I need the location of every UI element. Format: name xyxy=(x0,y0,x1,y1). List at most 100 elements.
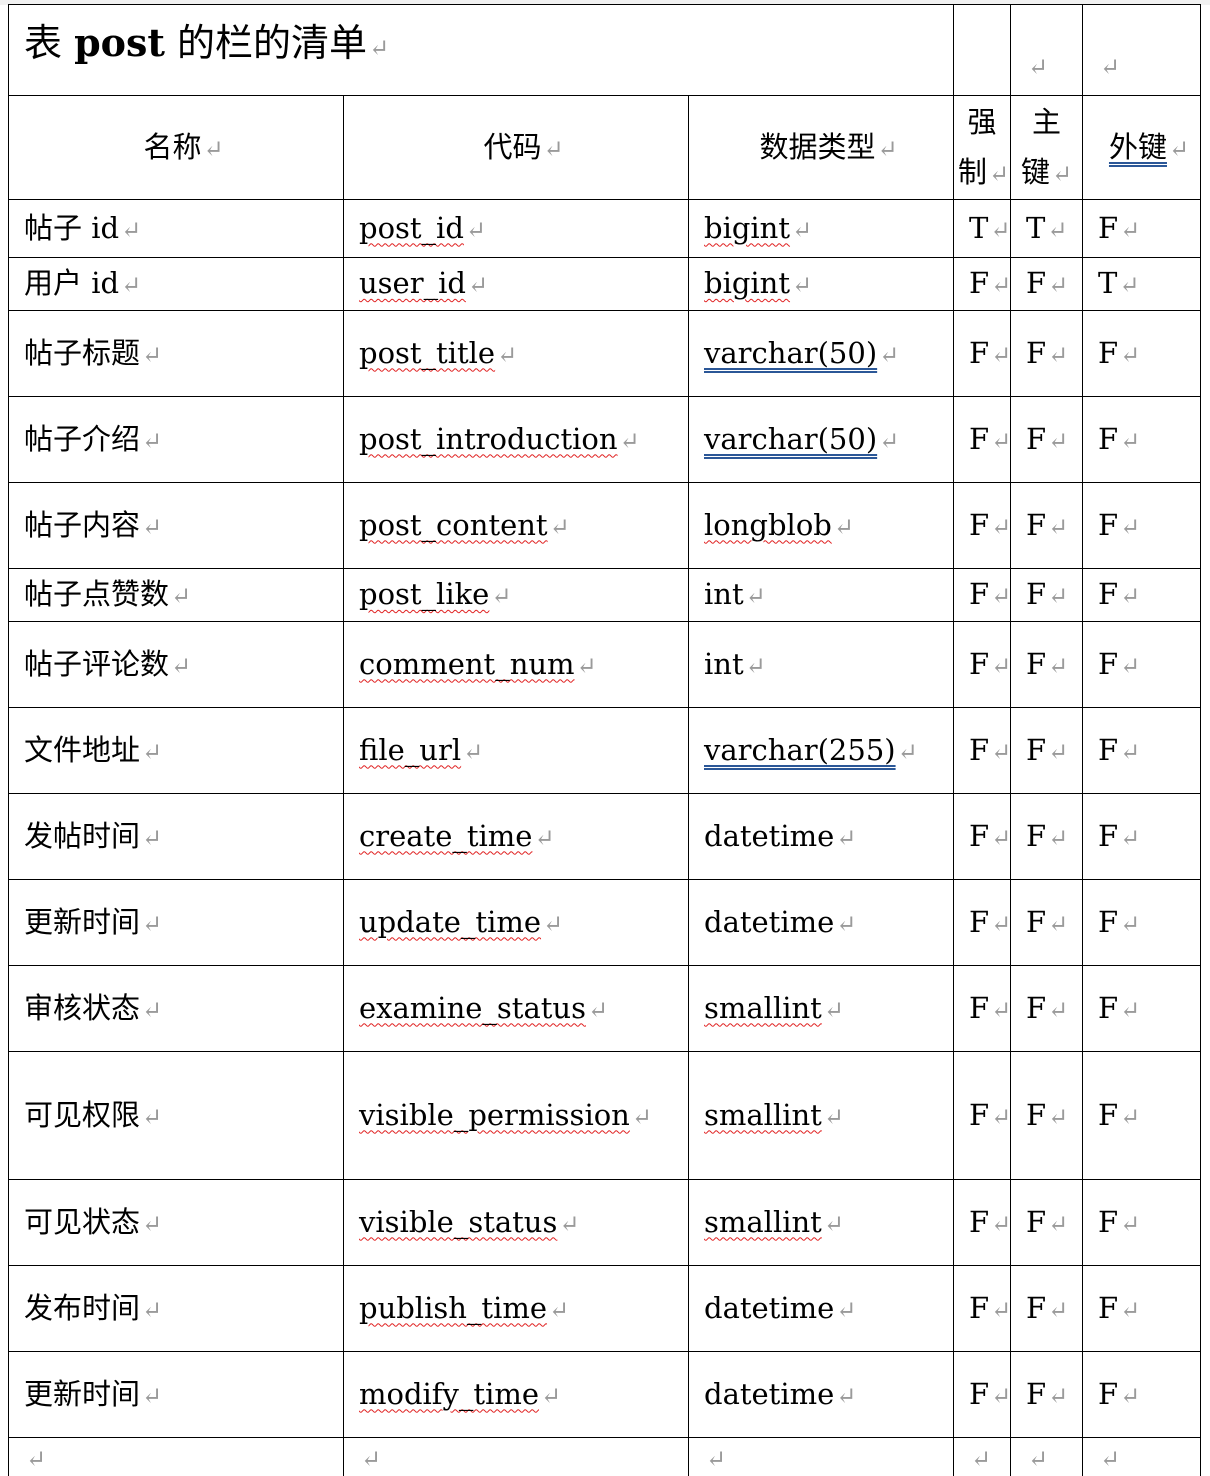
paragraph-mark: ↵ xyxy=(1048,1381,1069,1410)
paragraph-mark: ↵ xyxy=(836,1381,857,1410)
cell-foreign-key: F↵ xyxy=(1082,879,1202,966)
cell-mandatory-text: F xyxy=(969,1290,990,1325)
cell-mandatory: F↵ xyxy=(953,257,1012,311)
paragraph-mark: ↵ xyxy=(619,426,640,455)
header-foreign-key: 外键↵ xyxy=(1082,95,1202,200)
cell-code: publish_time↵ xyxy=(343,1265,689,1352)
cell-name: 帖子内容↵ xyxy=(8,482,344,569)
cell-type-text: smallint xyxy=(704,1204,822,1239)
paragraph-mark: ↵ xyxy=(534,823,555,852)
cell-mandatory-text: F xyxy=(969,732,990,767)
paragraph-mark: ↵ xyxy=(1048,909,1069,938)
cell-type: smallint↵ xyxy=(687,1179,955,1266)
paragraph-mark: ↵ xyxy=(1120,651,1141,680)
cell-primary-key: F↵ xyxy=(1010,482,1084,569)
paragraph-mark: ↵ xyxy=(1120,823,1141,852)
cell-foreign-key-text: F xyxy=(1098,1376,1119,1411)
paragraph-mark: ↵ xyxy=(991,1102,1011,1131)
cell-foreign-key-text: F xyxy=(1098,1204,1119,1239)
paragraph-mark: ↵ xyxy=(823,995,844,1024)
cell-name: 帖子 id↵ xyxy=(8,199,344,258)
cell-primary-key: F↵ xyxy=(1010,396,1084,483)
cell-foreign-key: F↵ xyxy=(1082,1265,1202,1352)
paragraph-mark: ↵ xyxy=(171,582,192,610)
paragraph-mark: ↵ xyxy=(792,215,813,244)
cell-name-text: 帖子评论数 xyxy=(24,646,170,681)
cell-code: examine_status↵ xyxy=(343,965,689,1052)
document-page: 表 post 的栏的清单↵ ↵ ↵ 名称↵ 代码↵ 数据类型↵ 强制↵ 主键↵ … xyxy=(0,0,1210,1476)
empty-cell: ↵ xyxy=(1010,1437,1084,1476)
cell-code: modify_time↵ xyxy=(343,1351,689,1438)
paragraph-mark: ↵ xyxy=(26,1444,47,1473)
header-row: 名称↵ 代码↵ 数据类型↵ 强制↵ 主键↵ 外键↵ xyxy=(8,95,1202,200)
paragraph-mark: ↵ xyxy=(1048,1102,1069,1131)
empty-cell: ↵ xyxy=(953,1437,1012,1476)
cell-primary-key-text: F xyxy=(1026,421,1047,456)
cell-primary-key-text: F xyxy=(1026,335,1047,370)
cell-name: 帖子评论数↵ xyxy=(8,621,344,708)
paragraph-mark: ↵ xyxy=(1120,995,1141,1024)
cell-primary-key: F↵ xyxy=(1010,568,1084,622)
paragraph-mark: ↵ xyxy=(1119,271,1140,299)
paragraph-mark: ↵ xyxy=(467,271,489,299)
header-primary-key: 主键↵ xyxy=(1010,95,1084,200)
cell-name: 更新时间↵ xyxy=(8,879,344,966)
cell-code-text: post_like xyxy=(359,577,490,611)
paragraph-mark: ↵ xyxy=(576,651,597,680)
empty-cell: ↵ xyxy=(687,1437,955,1476)
header-type: 数据类型↵ xyxy=(687,95,955,200)
cell-code-text: visible_status xyxy=(359,1204,558,1239)
cell-code-text: post_introduction xyxy=(359,421,618,456)
cell-mandatory-text: F xyxy=(969,507,990,542)
table-row: 更新时间↵ modify_time↵ datetime↵ F↵ F↵ F↵ xyxy=(8,1351,1202,1438)
cell-code-text: post_title xyxy=(359,335,496,370)
table-row: 帖子标题↵ post_title↵ varchar(50)↵ F↵ F↵ F↵ xyxy=(8,310,1202,397)
table-row: 发布时间↵ publish_time↵ datetime↵ F↵ F↵ F↵ xyxy=(8,1265,1202,1352)
cell-type: smallint↵ xyxy=(687,1051,955,1180)
cell-primary-key-text: F xyxy=(1026,646,1047,681)
cell-type: varchar(50)↵ xyxy=(687,396,955,483)
paragraph-mark: ↵ xyxy=(1048,512,1069,541)
cell-code: visible_status↵ xyxy=(343,1179,689,1266)
table-row: 更新时间↵ update_time↵ datetime↵ F↵ F↵ F↵ xyxy=(8,879,1202,966)
cell-code-text: create_time xyxy=(359,818,533,853)
cell-type: smallint↵ xyxy=(687,965,955,1052)
paragraph-mark: ↵ xyxy=(1048,1209,1069,1238)
cell-name-text: 审核状态 xyxy=(24,990,141,1025)
cell-foreign-key-text: F xyxy=(1098,990,1119,1025)
title-row-cell-foreign: ↵ xyxy=(1082,4,1202,96)
cell-mandatory-text: F xyxy=(969,818,990,853)
cell-type-text: varchar(255) xyxy=(704,732,896,767)
cell-primary-key: F↵ xyxy=(1010,1265,1084,1352)
cell-code-text: update_time xyxy=(359,904,542,939)
cell-primary-key-text: F xyxy=(1026,266,1047,300)
cell-mandatory: F↵ xyxy=(953,1265,1012,1352)
cell-name-text: 更新时间 xyxy=(24,904,141,939)
paragraph-mark: ↵ xyxy=(990,215,1011,244)
cell-foreign-key: F↵ xyxy=(1082,1179,1202,1266)
cell-name: 用户 id↵ xyxy=(8,257,344,311)
paragraph-mark: ↵ xyxy=(897,737,918,766)
cell-primary-key-text: F xyxy=(1026,1290,1047,1325)
cell-type-text: longblob xyxy=(704,507,832,542)
empty-cell: ↵ xyxy=(8,1437,344,1476)
cell-primary-key-text: F xyxy=(1026,904,1047,939)
cell-foreign-key-text: F xyxy=(1098,1097,1119,1132)
empty-cell: ↵ xyxy=(1082,1437,1202,1476)
cell-primary-key-text: F xyxy=(1026,818,1047,853)
cell-primary-key-text: F xyxy=(1026,1376,1047,1411)
paragraph-mark: ↵ xyxy=(991,995,1011,1024)
cell-type-text: smallint xyxy=(704,1097,822,1132)
cell-name: 可见状态↵ xyxy=(8,1179,344,1266)
cell-foreign-key: F↵ xyxy=(1082,199,1202,258)
paragraph-mark: ↵ xyxy=(991,271,1011,299)
paragraph-mark: ↵ xyxy=(1120,1295,1141,1324)
cell-name: 文件地址↵ xyxy=(8,707,344,794)
cell-type-text: datetime xyxy=(704,1290,835,1325)
paragraph-mark: ↵ xyxy=(121,271,142,299)
cell-mandatory: F↵ xyxy=(953,1051,1012,1180)
cell-foreign-key: F↵ xyxy=(1082,568,1202,622)
cell-code: update_time↵ xyxy=(343,879,689,966)
cell-primary-key-text: F xyxy=(1026,1204,1047,1239)
paragraph-mark: ↵ xyxy=(1028,1444,1049,1473)
